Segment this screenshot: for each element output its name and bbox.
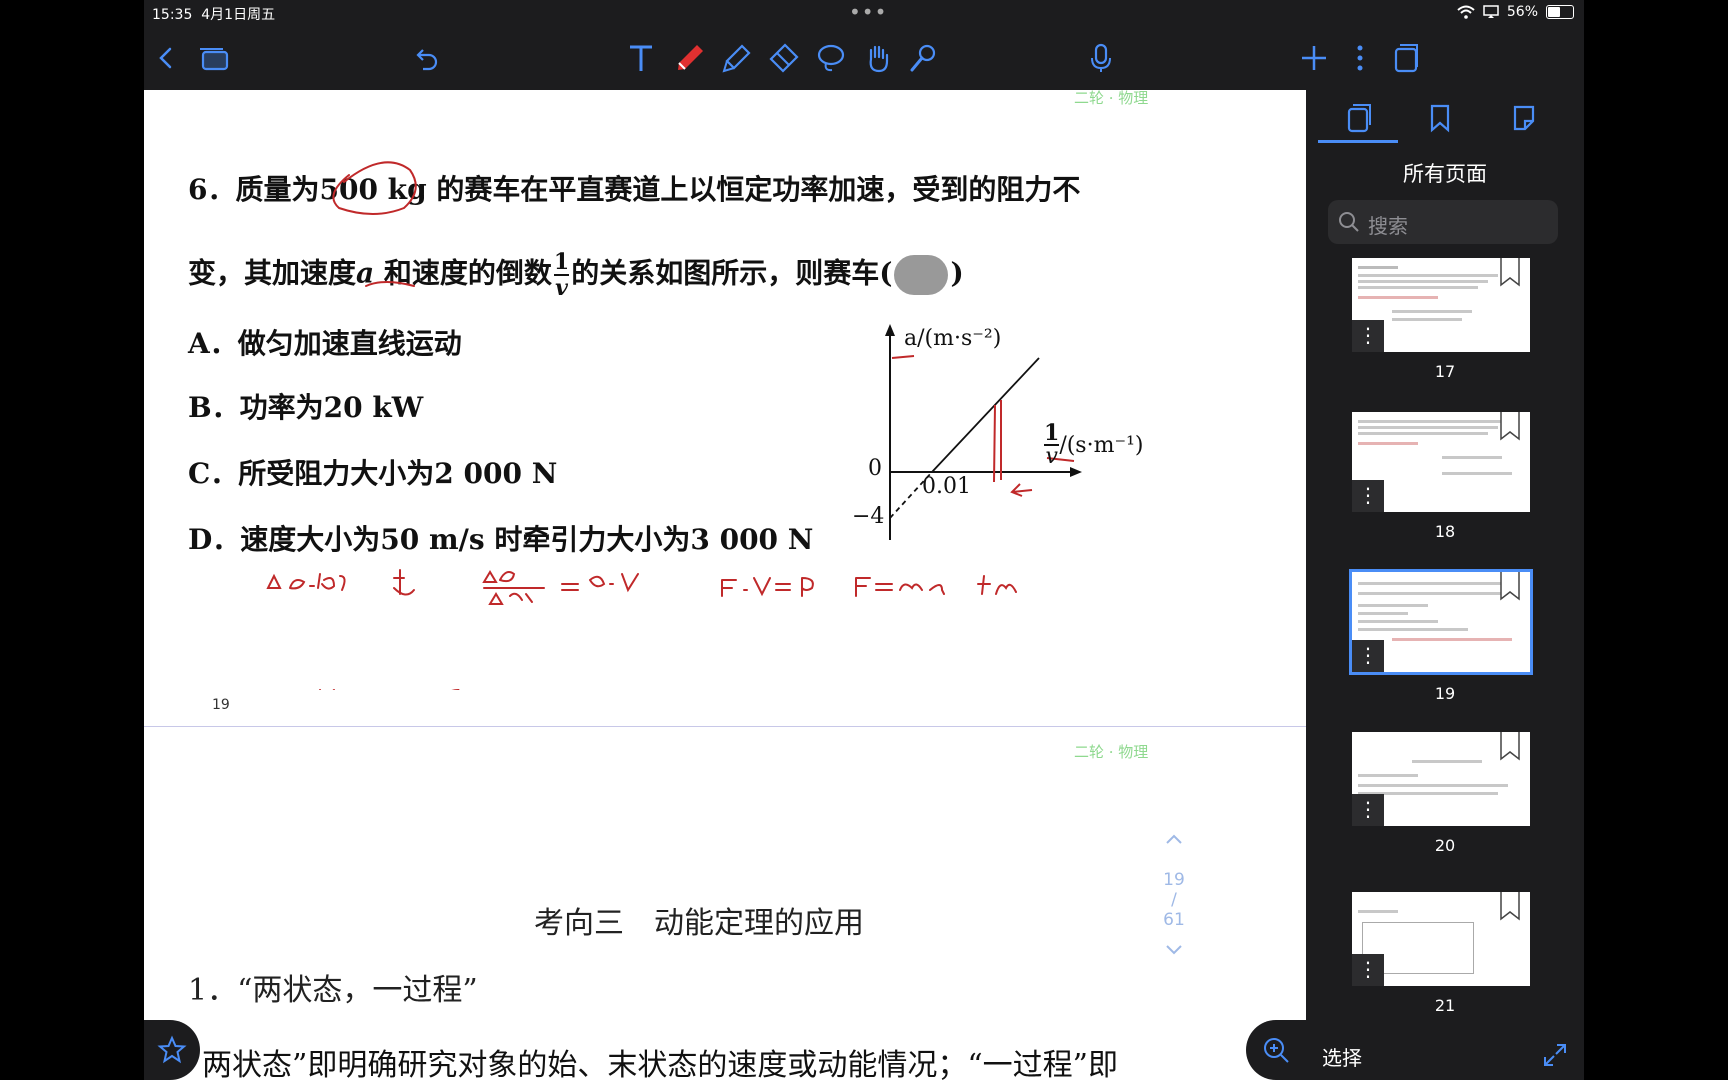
page-separator: / (1171, 890, 1177, 910)
tab-bookmarks[interactable] (1410, 98, 1470, 138)
thumbnail-label: 19 (1434, 684, 1456, 703)
thumbnail-more-button[interactable]: ⋮ (1352, 954, 1384, 986)
tab-outline[interactable] (1494, 98, 1554, 138)
search-icon (1339, 212, 1359, 232)
undo-icon[interactable] (406, 38, 446, 78)
thumbnail-label: 18 (1434, 522, 1456, 541)
star-icon (157, 1035, 187, 1064)
note-page-icon (1513, 105, 1535, 131)
section-body: 两状态”即明确研究对象的始、末状态的速度或动能情况；“一过程”即 (202, 1048, 1119, 1080)
microphone-icon[interactable] (1081, 38, 1121, 78)
thumbnail-bookmark-icon[interactable] (1498, 412, 1522, 442)
thumbnail-label: 17 (1434, 362, 1456, 381)
top-toolbar (144, 26, 1584, 90)
thumbnail-more-button[interactable]: ⋮ (1352, 794, 1384, 826)
pages-sidebar: 所有页面 搜索 ⋮ 17 ⋮ 18 ⋮ 19 ⋮ 20 ⋮ 21 选择 (1306, 90, 1584, 1080)
thumbnail-bookmark-icon[interactable] (1498, 732, 1522, 762)
battery-percent: 56% (1506, 4, 1538, 20)
status-bar: 15:35 4月1日周五 ••• 56% (144, 0, 1584, 26)
section-title: 考向三 动能定理的应用 (534, 906, 864, 941)
sidebar-search-input[interactable]: 搜索 (1328, 200, 1558, 244)
page-total: 61 (1163, 910, 1185, 930)
expand-icon[interactable] (1542, 1042, 1568, 1068)
section-subtitle: 1．“两状态，一过程” (188, 973, 478, 1008)
page-current: 19 (1163, 870, 1185, 890)
page-number: 19 (212, 697, 230, 713)
thumbnail-more-button[interactable]: ⋮ (1352, 320, 1384, 352)
thumbnail-more-button[interactable]: ⋮ (1352, 640, 1384, 672)
thumbnail-label: 20 (1434, 836, 1456, 855)
page-thumbnail-19-selected[interactable]: ⋮ (1349, 569, 1533, 675)
handwritten-ink-layer[interactable] (144, 90, 1306, 690)
lasso-icon[interactable] (811, 38, 851, 78)
share-icon[interactable] (1386, 38, 1426, 78)
zoom-in-icon (1264, 1038, 1289, 1063)
document-canvas[interactable]: 二轮 · 物理 6．质量为500 kg 的赛车在平直赛道上以恒定功率加速，受到的… (144, 90, 1306, 1080)
thumbnail-bookmark-icon[interactable] (1498, 258, 1522, 288)
page-indicator[interactable]: 19 / 61 (1154, 830, 1194, 961)
laser-icon[interactable] (904, 38, 944, 78)
sidebar-footer: 选择 (1306, 1030, 1584, 1080)
pages-icon[interactable] (194, 38, 234, 78)
page-up-icon[interactable] (1164, 833, 1184, 845)
highlighter-icon[interactable] (717, 38, 757, 78)
tab-active-indicator (1318, 140, 1398, 143)
page-thumbnail-20[interactable]: ⋮ (1352, 732, 1530, 826)
page-thumbnail-21[interactable]: ⋮ (1352, 892, 1530, 986)
select-button[interactable]: 选择 (1322, 1042, 1362, 1071)
bookmark-icon (1430, 104, 1450, 133)
page-header-tag-2: 二轮 · 物理 (1074, 743, 1149, 761)
screen-mirror-icon (1483, 5, 1499, 18)
page-down-icon[interactable] (1164, 944, 1184, 956)
thumbnail-more-button[interactable]: ⋮ (1352, 480, 1384, 512)
more-icon[interactable] (1340, 38, 1380, 78)
back-icon[interactable] (146, 38, 186, 78)
pen-tool-icon[interactable] (670, 38, 710, 78)
text-tool-icon[interactable] (621, 38, 661, 78)
page-thumbnail-17[interactable]: ⋮ (1352, 258, 1530, 352)
eraser-icon[interactable] (764, 38, 804, 78)
page-divider (144, 726, 1306, 727)
add-icon[interactable] (1294, 38, 1334, 78)
tab-all-pages[interactable] (1328, 98, 1388, 138)
status-time: 15:35 4月1日周五 (152, 7, 276, 23)
thumbnail-bookmark-icon[interactable] (1498, 572, 1522, 602)
status-right: 56% (1457, 4, 1574, 20)
search-placeholder: 搜索 (1368, 214, 1408, 238)
page-thumbnail-18[interactable]: ⋮ (1352, 412, 1530, 512)
multitask-dots-icon[interactable]: ••• (849, 0, 887, 24)
all-pages-icon (1347, 104, 1371, 133)
app-screen: 15:35 4月1日周五 ••• 56% 二轮 · 物理 6．质量为500 kg… (144, 0, 1584, 1080)
thumbnail-bookmark-icon[interactable] (1498, 892, 1522, 922)
battery-icon (1546, 5, 1574, 19)
zoom-button[interactable] (1246, 1020, 1306, 1080)
wifi-icon (1457, 5, 1475, 19)
sidebar-title: 所有页面 (1403, 162, 1487, 186)
thumbnail-label: 21 (1434, 996, 1456, 1015)
hand-icon[interactable] (858, 38, 898, 78)
